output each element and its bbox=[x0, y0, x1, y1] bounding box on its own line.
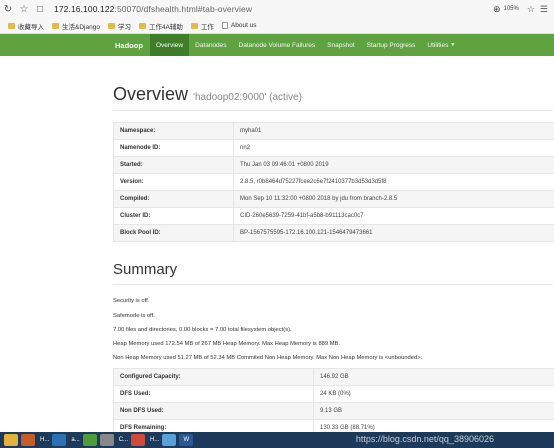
tab-snapshot[interactable]: Snapshot bbox=[321, 34, 360, 56]
folder-icon bbox=[107, 22, 115, 29]
summary-line: 7.00 files and directories, 0.00 blocks … bbox=[113, 327, 292, 333]
overview-subtitle: 'hadoop02:9000' (active) bbox=[193, 92, 302, 103]
tab-utilities[interactable]: Utilities ▼ bbox=[421, 34, 461, 56]
row-value: Thu Jan 03 09:46:01 +0800 2019 bbox=[233, 156, 554, 174]
folder-icon bbox=[52, 22, 59, 29]
bookmark-item[interactable]: 工作 bbox=[190, 21, 214, 31]
utilities-label: Utilities bbox=[427, 41, 449, 49]
row-key: Started: bbox=[113, 156, 234, 174]
divider bbox=[113, 110, 553, 111]
taskbar-label[interactable]: a... bbox=[71, 437, 79, 443]
table-row: Started: Thu Jan 03 09:46:01 +0800 2019 bbox=[113, 156, 554, 174]
watermark-text: https://blog.csdn.net/qq_38906026 bbox=[355, 434, 494, 444]
app-icon[interactable] bbox=[162, 434, 177, 446]
table-row: Compiled: Mon Sep 10 11:32:00 +0800 2018 … bbox=[113, 190, 554, 208]
table-row: Version: 2.8.5, r0b8464d75227fcee2c6e7f24… bbox=[113, 173, 554, 191]
bookmark-item[interactable]: 工作4A辅助 bbox=[138, 21, 183, 31]
row-key: Namenode ID: bbox=[113, 139, 234, 157]
row-value: CID-260e5639-7259-41bf-a5b8-b91113cac0c7 bbox=[233, 207, 554, 225]
page-icon bbox=[221, 22, 228, 29]
overview-table: Namespace: myha01 Namenode ID: nn2 Started… bbox=[113, 122, 554, 242]
summary-title: Summary bbox=[113, 261, 178, 278]
bookmark-item[interactable]: 学习 bbox=[107, 21, 131, 31]
folder-icon bbox=[138, 22, 146, 29]
taskbar-label[interactable]: H... bbox=[150, 437, 159, 443]
row-value: 9.13 GB bbox=[313, 402, 554, 420]
bookmarks-bar: 收藏导入 生活&Django 学习 工作4A辅助 工作 About us bbox=[0, 18, 554, 34]
summary-table: Configured Capacity: 146.92 GB DFS Used: 2… bbox=[113, 368, 554, 437]
bookmark-item[interactable]: 收藏导入 bbox=[8, 21, 44, 31]
folder-icon[interactable] bbox=[4, 434, 18, 446]
app-icon[interactable] bbox=[99, 434, 114, 446]
table-row: Namenode ID: nn2 bbox=[113, 139, 554, 157]
row-key: Cluster ID: bbox=[113, 207, 234, 225]
zoom-icon: ⊕ bbox=[492, 3, 501, 14]
tab-startup-progress[interactable]: Startup Progress bbox=[361, 34, 422, 56]
row-key: Compiled: bbox=[113, 190, 234, 208]
bookmark-star-icon[interactable]: ☆ bbox=[16, 1, 32, 17]
zoom-level: 105% bbox=[503, 6, 519, 12]
favorite-icon[interactable]: ☆ bbox=[527, 4, 535, 15]
table-row: Non DFS Used: 9.13 GB bbox=[113, 402, 554, 420]
table-row: Block Pool ID: BP-1567575595-172.16.100.1… bbox=[113, 224, 554, 242]
folder-icon bbox=[190, 22, 198, 29]
row-value: BP-1567575595-172.16.100.121-15464794736… bbox=[233, 224, 554, 242]
table-row: Configured Capacity: 146.92 GB bbox=[113, 368, 554, 386]
table-row: Cluster ID: CID-260e5639-7259-41bf-a5b8-b… bbox=[113, 207, 554, 225]
summary-line: Safemode is off. bbox=[113, 313, 155, 319]
app-icon[interactable] bbox=[21, 434, 35, 446]
brand-logo[interactable]: Hadoop bbox=[115, 41, 150, 50]
url-field[interactable]: 172.16.100.122:50070/dfshealth.html#tab-… bbox=[54, 4, 252, 14]
taskbar-label[interactable]: H... bbox=[40, 437, 49, 443]
reload-icon[interactable]: ↻ bbox=[0, 1, 16, 17]
row-key: Version: bbox=[113, 173, 234, 191]
app-icon[interactable] bbox=[52, 434, 67, 446]
taskbar-label[interactable]: C... bbox=[119, 437, 128, 443]
row-value: myha01 bbox=[233, 122, 554, 140]
tab-datanodes[interactable]: Datanodes bbox=[189, 34, 232, 56]
table-row: Namespace: myha01 bbox=[113, 122, 554, 140]
tab-overview[interactable]: Overview bbox=[150, 34, 190, 56]
row-key: Configured Capacity: bbox=[113, 368, 314, 386]
row-value: 146.92 GB bbox=[313, 368, 554, 386]
row-key: Non DFS Used: bbox=[113, 402, 314, 420]
app-icon[interactable] bbox=[82, 434, 97, 446]
app-icon[interactable] bbox=[131, 434, 146, 446]
folder-icon bbox=[8, 22, 15, 29]
row-value: 2.8.5, r0b8464d75227fcee2c6e7f2410377b3d… bbox=[233, 173, 554, 191]
zoom-indicator[interactable]: ⊕ 105% bbox=[493, 4, 519, 15]
caret-down-icon: ▼ bbox=[450, 42, 456, 48]
divider bbox=[113, 284, 553, 285]
summary-line: Security is off. bbox=[113, 298, 150, 304]
row-value: 24 KB (0%) bbox=[313, 385, 554, 403]
tab-datanode-volume-failures[interactable]: Datanode Volume Failures bbox=[233, 34, 322, 56]
os-taskbar: H... a... C... H... W https://blog.csdn.… bbox=[0, 432, 554, 448]
overview-title: Overview bbox=[113, 84, 189, 104]
row-key: Block Pool ID: bbox=[113, 224, 234, 242]
word-icon[interactable]: W bbox=[179, 434, 194, 446]
row-value: Mon Sep 10 11:32:00 +0800 2018 by jdu fr… bbox=[233, 190, 554, 208]
page-title: Overview 'hadoop02:9000' (active) bbox=[113, 84, 302, 105]
url-host: 172.16.100.122 bbox=[54, 4, 115, 14]
bookmark-item[interactable]: 生活&Django bbox=[52, 21, 100, 31]
hadoop-navbar: Hadoop Overview Datanodes Datanode Volum… bbox=[0, 34, 554, 56]
browser-address-bar: ↻ ☆ □ 172.16.100.122:50070/dfshealth.htm… bbox=[0, 0, 554, 18]
bookmark-item[interactable]: About us bbox=[221, 22, 257, 29]
row-key: Namespace: bbox=[113, 122, 234, 140]
menu-icon[interactable]: ☰ bbox=[540, 4, 548, 15]
summary-line: Heap Memory used 172.54 MB of 267 MB Hea… bbox=[113, 341, 341, 347]
row-key: DFS Used: bbox=[113, 385, 314, 403]
row-value: nn2 bbox=[233, 139, 554, 157]
table-row: DFS Used: 24 KB (0%) bbox=[113, 385, 554, 403]
summary-line: Non Heap Memory used 51.27 MB of 52.34 M… bbox=[113, 355, 423, 361]
tab-icon[interactable]: □ bbox=[32, 1, 48, 17]
url-path: :50070/dfshealth.html#tab-overview bbox=[114, 4, 253, 14]
